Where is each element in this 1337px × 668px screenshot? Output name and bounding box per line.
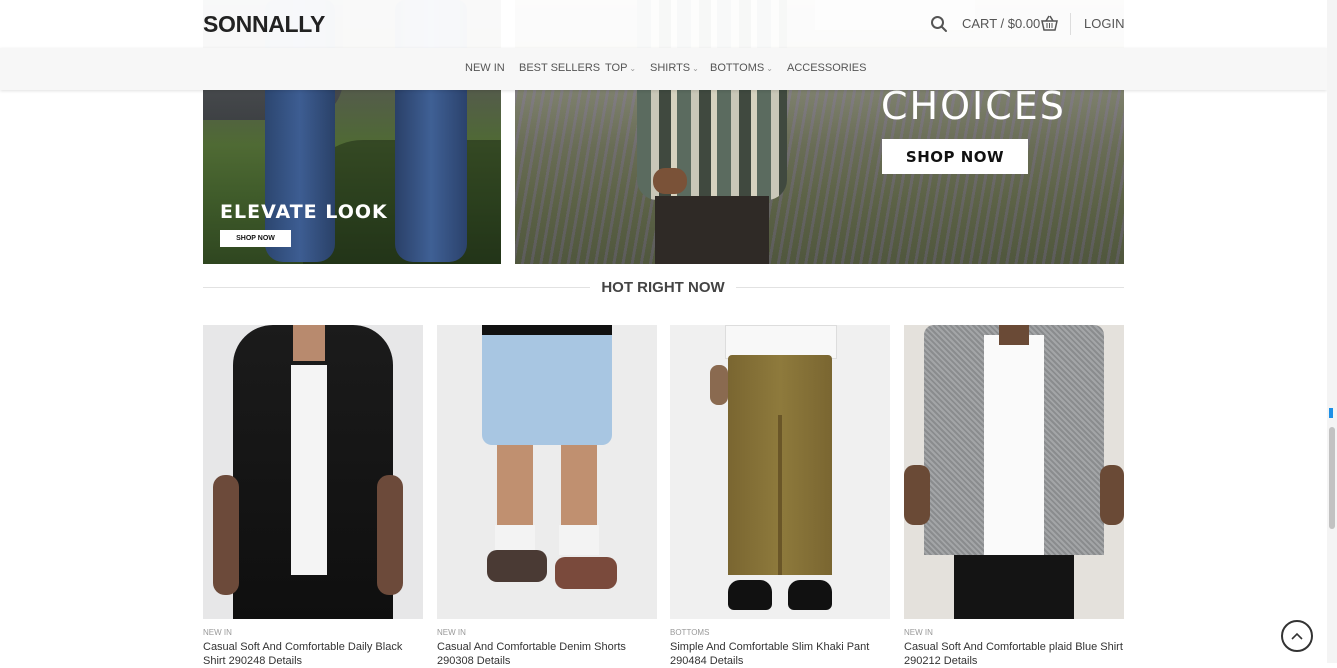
scrollbar-track[interactable] (1327, 0, 1337, 663)
product-card[interactable]: NEW IN Casual Soft And Comfortable plaid… (904, 325, 1124, 668)
basket-icon[interactable] (1041, 15, 1058, 32)
back-to-top-button[interactable] (1281, 620, 1313, 652)
product-card[interactable]: NEW IN Casual And Comfortable Denim Shor… (437, 325, 657, 668)
product-image[interactable] (203, 325, 423, 619)
search-icon[interactable] (930, 15, 948, 33)
product-image[interactable] (670, 325, 890, 619)
nav-item-accessories[interactable]: ACCESSORIES (787, 62, 866, 74)
banner-title: ELEVATE LOOK (220, 201, 388, 223)
nav-item-bottoms[interactable]: BOTTOMS ⌄ (710, 62, 773, 74)
product-card[interactable]: BOTTOMS Simple And Comfortable Slim Khak… (670, 325, 890, 668)
product-name[interactable]: Casual And Comfortable Denim Shorts 2903… (437, 640, 657, 668)
section-title: HOT RIGHT NOW (601, 279, 725, 296)
shop-now-button[interactable]: SHOP NOW (220, 230, 291, 247)
product-card[interactable]: NEW IN Casual Soft And Comfortable Daily… (203, 325, 423, 668)
scroll-position-marker (1329, 408, 1333, 418)
product-category: NEW IN (203, 628, 232, 637)
shop-now-button[interactable]: SHOP NOW (882, 139, 1028, 174)
product-name[interactable]: Casual Soft And Comfortable Daily Black … (203, 640, 423, 668)
cart-link[interactable]: CART / $0.00 (962, 16, 1040, 31)
chevron-down-icon: ⌄ (766, 64, 773, 73)
nav-item-shirts[interactable]: SHIRTS ⌄ (650, 62, 699, 74)
nav-item-best-sellers[interactable]: BEST SELLERS (519, 62, 600, 74)
scrollbar-thumb[interactable] (1329, 427, 1335, 529)
chevron-up-icon (1291, 632, 1303, 640)
header-bar: SONNALLY CART / $0.00 LOGIN (0, 0, 1327, 48)
nav-item-top[interactable]: TOP ⌄ (605, 62, 636, 74)
product-category: BOTTOMS (670, 628, 710, 637)
main-nav: NEW IN BEST SELLERS TOP ⌄ SHIRTS ⌄ BOTTOMS… (0, 48, 1327, 90)
nav-item-new-in[interactable]: NEW IN (465, 62, 505, 74)
site-logo[interactable]: SONNALLY (203, 11, 325, 38)
chevron-down-icon: ⌄ (629, 64, 637, 73)
banner-title: CHOICES (881, 84, 1066, 128)
product-name[interactable]: Casual Soft And Comfortable plaid Blue S… (904, 640, 1124, 668)
product-category: NEW IN (904, 628, 933, 637)
product-image[interactable] (904, 325, 1124, 619)
login-link[interactable]: LOGIN (1084, 16, 1124, 31)
product-name[interactable]: Simple And Comfortable Slim Khaki Pant 2… (670, 640, 890, 668)
product-category: NEW IN (437, 628, 466, 637)
chevron-down-icon: ⌄ (692, 64, 699, 73)
header-divider (1070, 13, 1071, 35)
product-image[interactable] (437, 325, 657, 619)
